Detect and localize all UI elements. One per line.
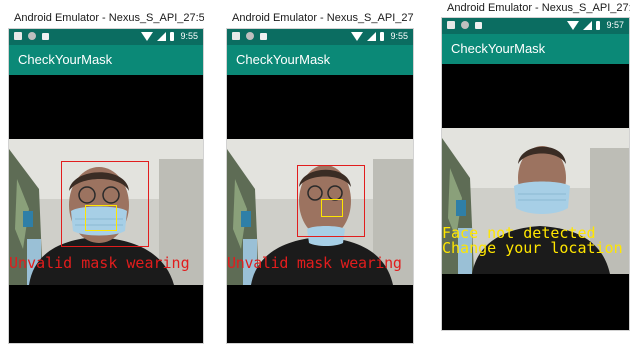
phone-screen: 9:57 CheckYourMask Face not detected Cha… (441, 17, 630, 331)
emulator-window-3: Android Emulator - Nexus_S_API_27:5554 9… (441, 0, 630, 331)
notification-icon (447, 21, 455, 29)
circle-icon (246, 32, 254, 40)
battery-icon (596, 20, 601, 30)
sim-icon (260, 32, 267, 40)
black-area-bottom (9, 285, 203, 343)
detection-message: Unvalid mask wearing (9, 256, 190, 271)
status-bar: 9:55 (9, 29, 203, 45)
status-clock: 9:55 (390, 31, 408, 41)
window-title: Android Emulator - Nexus_S_API_27:5554 (447, 2, 630, 14)
wifi-icon (141, 31, 154, 41)
detection-message-line: Unvalid mask wearing (227, 254, 402, 272)
status-bar: 9:57 (442, 18, 629, 34)
wifi-icon (351, 31, 364, 41)
window-title: Android Emulator - Nexus_S_API_27:5554 (232, 12, 414, 24)
phone-screen: 9:55 CheckYourMask Unvalid mask wearing (226, 28, 414, 344)
window-title: Android Emulator - Nexus_S_API_27:5554 (14, 12, 204, 24)
circle-icon (28, 32, 36, 40)
notification-icon (232, 32, 240, 40)
black-area-top (442, 64, 629, 128)
face-detection-box (61, 161, 149, 247)
emulator-window-2: Android Emulator - Nexus_S_API_27:5554 9… (226, 10, 414, 344)
mask-detection-box (321, 199, 343, 217)
black-area-top (9, 75, 203, 139)
app-title: CheckYourMask (9, 45, 203, 75)
sim-icon (475, 21, 482, 29)
camera-preview: Face not detected Change your location (442, 128, 629, 274)
battery-icon (380, 31, 385, 41)
battery-icon (170, 31, 175, 41)
black-area-top (227, 75, 413, 139)
detection-message-line: Unvalid mask wearing (9, 254, 190, 272)
app-title: CheckYourMask (442, 34, 629, 64)
black-area-bottom (227, 285, 413, 343)
detection-message: Unvalid mask wearing (227, 256, 402, 271)
detection-message-line-2: Change your location (442, 239, 623, 257)
black-area-bottom (442, 274, 629, 330)
notification-icon (14, 32, 22, 40)
sim-icon (42, 32, 49, 40)
phone-screen: 9:55 CheckYourMask Unvalid mask wearing (8, 28, 204, 344)
signal-icon (583, 20, 593, 30)
detection-message: Face not detected Change your location (442, 226, 623, 256)
mask-detection-box (85, 205, 117, 231)
emulator-window-1: Android Emulator - Nexus_S_API_27:5554 9… (8, 10, 204, 344)
signal-icon (367, 31, 377, 41)
camera-preview: Unvalid mask wearing (9, 139, 203, 285)
signal-icon (157, 31, 167, 41)
camera-preview: Unvalid mask wearing (227, 139, 413, 285)
status-bar: 9:55 (227, 29, 413, 45)
status-clock: 9:57 (606, 20, 624, 30)
wifi-icon (567, 20, 580, 30)
circle-icon (461, 21, 469, 29)
status-clock: 9:55 (180, 31, 198, 41)
app-title: CheckYourMask (227, 45, 413, 75)
